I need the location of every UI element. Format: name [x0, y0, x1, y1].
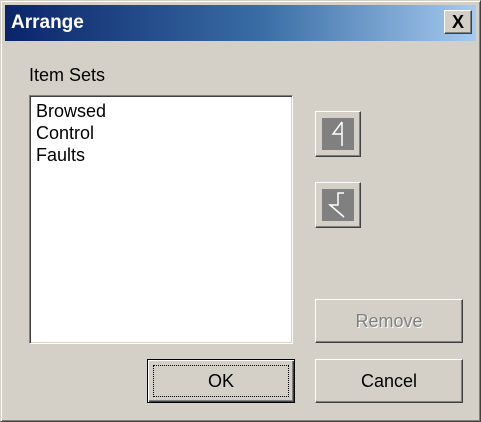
move-down-button[interactable]: [315, 182, 361, 228]
move-down-icon: [322, 189, 354, 221]
close-icon: X: [451, 12, 464, 32]
ok-button[interactable]: OK: [147, 359, 295, 403]
dialog-title: Arrange: [11, 12, 84, 33]
item-sets-label: Item Sets: [29, 65, 106, 85]
focus-rectangle: [153, 365, 289, 397]
arrange-dialog: Arrange X Item Sets Browsed Control Faul…: [0, 0, 481, 422]
title-bar[interactable]: Arrange X: [5, 5, 476, 41]
cancel-button[interactable]: Cancel: [315, 359, 463, 403]
item-sets-listbox[interactable]: Browsed Control Faults: [29, 95, 293, 344]
move-up-button[interactable]: [315, 111, 361, 157]
move-up-icon: [322, 118, 354, 150]
remove-button[interactable]: Remove: [315, 299, 463, 343]
close-button[interactable]: X: [444, 10, 472, 34]
list-item[interactable]: Control: [36, 122, 286, 144]
list-item[interactable]: Faults: [36, 144, 286, 166]
list-item[interactable]: Browsed: [36, 100, 286, 122]
